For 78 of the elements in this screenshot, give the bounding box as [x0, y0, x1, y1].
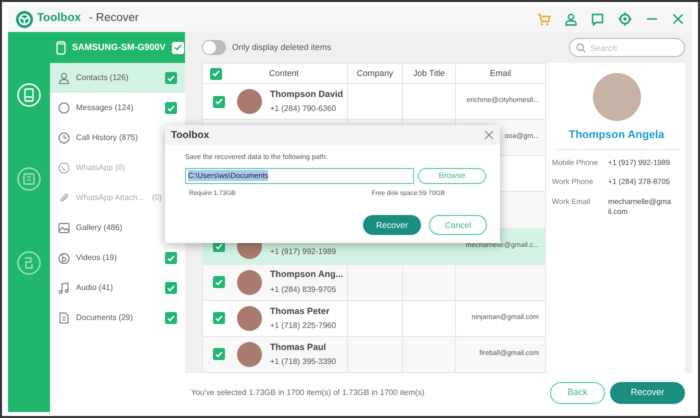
checkbox[interactable] — [165, 312, 177, 324]
sidebar-item[interactable]: Documents (29) — [50, 303, 185, 333]
checkbox[interactable] — [165, 282, 177, 294]
image-icon — [58, 222, 70, 234]
checkbox[interactable] — [213, 276, 225, 288]
contact-name: Thomas Peter — [270, 304, 331, 318]
photo-placeholder — [237, 270, 262, 295]
photo-placeholder — [237, 342, 262, 367]
sidebar-label: Audio (41) — [76, 282, 113, 294]
checkbox[interactable] — [213, 312, 225, 324]
column-header: Company — [356, 68, 394, 78]
recover-button[interactable]: Recover — [363, 215, 421, 236]
column-header: Content — [269, 67, 299, 80]
checkbox[interactable] — [213, 96, 225, 108]
contact-name: Thompson Angela — [568, 128, 666, 143]
music-note-icon — [58, 282, 70, 294]
checkbox[interactable] — [210, 68, 222, 80]
phone-bubble-icon — [58, 162, 70, 174]
contact-name: Thompson Ang... — [270, 268, 344, 282]
settings-icon[interactable] — [618, 12, 632, 26]
toggle-label: Only display deleted items — [232, 41, 332, 54]
phone-sync-icon[interactable] — [16, 82, 42, 108]
close-icon[interactable] — [672, 13, 684, 25]
contact-name: Thompson David — [270, 88, 344, 101]
sidebar-label: Messages (124) — [76, 102, 134, 114]
sidebar-item[interactable]: Contacts (126) — [50, 63, 185, 93]
checkbox[interactable] — [165, 102, 177, 114]
sidebar-label: Call History (875) — [76, 132, 138, 144]
message-icon — [58, 102, 70, 114]
sidebar-label: Gallery (486) — [76, 222, 122, 234]
sidebar-label: Documents (29) — [76, 312, 133, 324]
person-icon — [58, 72, 70, 84]
checkbox[interactable] — [165, 72, 177, 84]
sidebar-item[interactable]: Gallery (486) — [50, 213, 185, 243]
column-header: Email — [490, 68, 512, 78]
sidebar-label: WhatsApp Attach... — [76, 192, 144, 204]
phone-icon — [56, 40, 66, 54]
contact-phone: +1 (284) 839-9705 — [270, 284, 338, 296]
contact-name: Thomas Paul — [270, 340, 328, 354]
document-icon — [58, 312, 70, 324]
chat-icon[interactable] — [591, 12, 604, 26]
photo-placeholder — [237, 306, 262, 331]
contact-phone: +1 (917) 992-1989 — [270, 246, 336, 258]
sidebar-label: Videos (19) — [76, 252, 117, 264]
toggle-switch[interactable] — [202, 40, 226, 55]
sidebar-item[interactable]: Messages (124) — [50, 93, 185, 123]
cart-icon[interactable] — [537, 12, 551, 26]
checkbox[interactable] — [213, 348, 225, 360]
checkbox[interactable] — [165, 252, 177, 264]
card-sync-icon[interactable] — [16, 166, 42, 192]
recover-button[interactable]: Recover — [610, 382, 685, 404]
close-button[interactable] — [484, 130, 494, 140]
sidebar-item[interactable]: Audio (41) — [50, 273, 185, 303]
backup-sync-icon[interactable] — [16, 250, 42, 276]
contact-phone: +1 (718) 395-3390 — [270, 356, 336, 368]
sidebar-item[interactable]: Videos (19) — [50, 243, 185, 273]
sidebar-label: WhatsApp (0) — [76, 162, 125, 174]
selection-summary: You've selected 1.73GB in 1700 item(s) of 1.73GB in 1700 item(s) — [191, 386, 424, 398]
dialog-title: Toolbox — [171, 128, 210, 142]
column-header: Job Title — [413, 68, 445, 78]
contact-phone: +1 (284) 790-6360 — [270, 103, 338, 116]
search-field[interactable]: Search — [569, 38, 685, 57]
window-title: - Recover — [88, 11, 139, 26]
contact-phone: +1 (718) 225-7960 — [270, 320, 336, 332]
table-row[interactable]: Thompson Ang... +1 (284) 839-9705 — [202, 264, 546, 300]
paperclip-icon — [58, 192, 70, 204]
play-icon — [58, 252, 70, 264]
app-name: Toolbox — [37, 11, 81, 26]
user-icon[interactable] — [565, 12, 577, 26]
photo-placeholder — [237, 89, 262, 114]
checkbox[interactable] — [172, 42, 184, 54]
item-count: (0) — [152, 192, 162, 204]
sidebar-label: Contacts (126) — [76, 72, 128, 84]
device-name: SAMSUNG-SM-G900V — [72, 40, 166, 54]
photo-placeholder — [592, 73, 640, 121]
search-icon — [576, 43, 586, 53]
logo-icon — [16, 10, 33, 28]
clock-icon — [58, 132, 70, 144]
